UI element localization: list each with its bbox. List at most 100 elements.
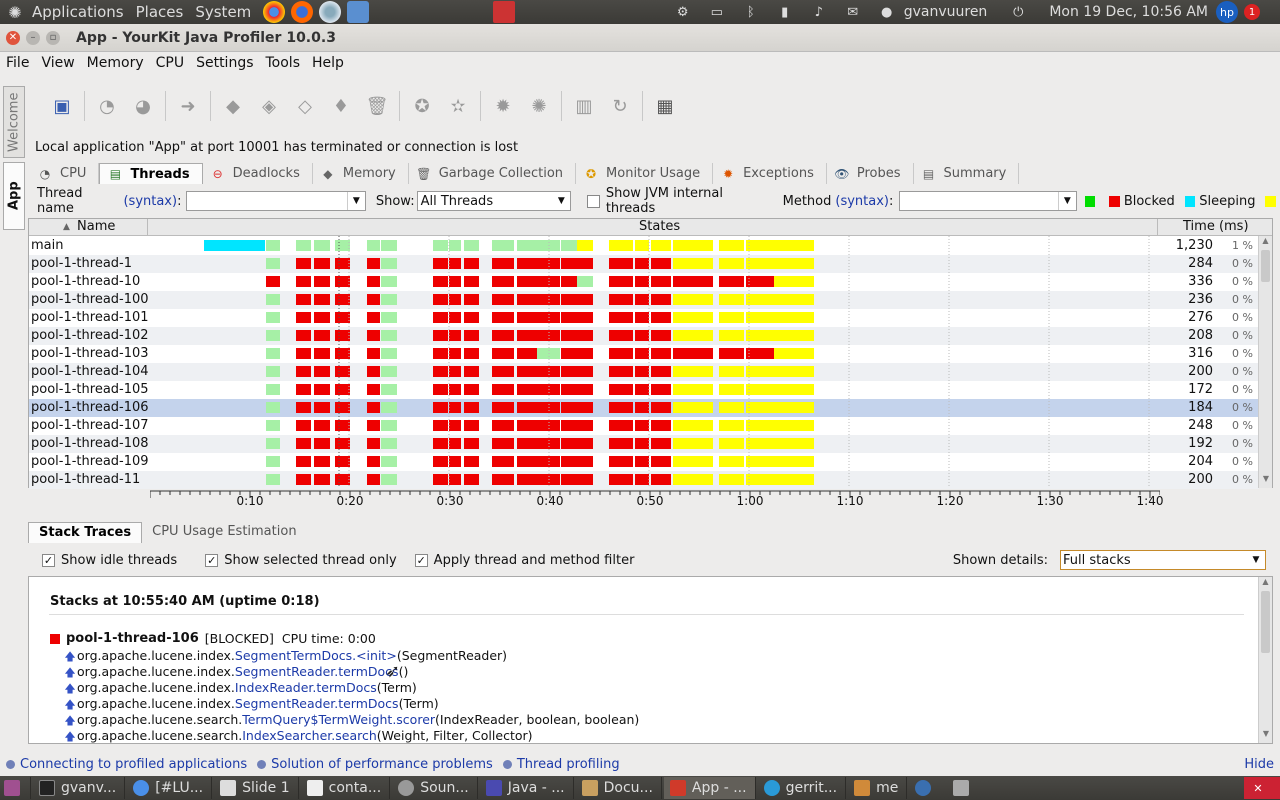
user-name[interactable]: gvanvuuren — [904, 4, 988, 20]
trash-icon[interactable]: 🗑 — [363, 92, 391, 120]
memory-snapshot-icon[interactable]: ◆ — [219, 92, 247, 120]
apply-filter-label[interactable]: Apply thread and method filter — [434, 553, 635, 568]
allocation-recording-icon[interactable]: ◈ — [255, 92, 283, 120]
menu-cpu[interactable]: CPU — [156, 55, 184, 71]
app-launcher-icon[interactable] — [493, 1, 516, 23]
col-states-header[interactable]: States — [639, 219, 680, 236]
stop-exception-icon[interactable]: ✺ — [525, 92, 553, 120]
gc-icon[interactable]: ♦ — [327, 92, 355, 120]
thread-name-input[interactable]: ▼ — [186, 191, 366, 211]
start-cpu-profiling-icon[interactable]: ◔ — [93, 92, 121, 120]
tab-summary[interactable]: ▤ Summary — [914, 163, 1020, 184]
stack-frame[interactable]: 🡅org.apache.lucene.search.IndexSearcher.… — [63, 728, 532, 744]
thread-name-syntax-link[interactable]: (syntax) — [123, 194, 177, 209]
hide-hints-link[interactable]: Hide — [1244, 757, 1274, 772]
hint-performance[interactable]: Solution of performance problems — [271, 757, 493, 772]
tab-deadlocks[interactable]: ⊖ Deadlocks — [203, 163, 313, 184]
pause-icon[interactable]: ▥ — [570, 92, 598, 120]
show-dropdown-icon[interactable]: ▼ — [552, 192, 570, 210]
clock[interactable]: Mon 19 Dec, 10:56 AM — [1049, 4, 1208, 20]
method-input[interactable]: ▼ — [899, 191, 1077, 211]
battery-icon[interactable]: ▮ — [777, 4, 793, 20]
frame-method-link[interactable]: SegmentReader.termDocs — [235, 696, 399, 711]
thread-name-dropdown-icon[interactable]: ▼ — [346, 192, 365, 210]
show-idle-label[interactable]: Show idle threads — [61, 553, 177, 568]
window-close-icon[interactable]: ✕ — [6, 30, 20, 45]
volume-icon[interactable]: ♪ — [811, 4, 827, 20]
grid-vertical-scrollbar[interactable]: ▲ ▼ — [1258, 236, 1272, 488]
bluetooth-icon[interactable]: ᛒ — [743, 4, 759, 20]
method-dropdown-icon[interactable]: ▼ — [1057, 192, 1076, 210]
show-jvm-label[interactable]: Show JVM internal threads — [606, 186, 769, 216]
tab-threads[interactable]: ▤ Threads — [99, 163, 203, 184]
stack-frame[interactable]: 🡅org.apache.lucene.index.SegmentTermDocs… — [63, 648, 507, 664]
mail-launcher-icon[interactable] — [347, 1, 370, 23]
menu-tools[interactable]: Tools — [266, 55, 301, 71]
chrome-launcher-icon[interactable] — [263, 1, 286, 23]
shown-details-dropdown-icon[interactable]: ▼ — [1247, 551, 1265, 569]
display-icon[interactable]: ▭ — [709, 4, 725, 20]
frame-method-link[interactable]: SegmentReader.termDocs — [235, 664, 399, 679]
menu-settings[interactable]: Settings — [196, 55, 253, 71]
stack-frame[interactable]: 🡅org.apache.lucene.search.TermQuery$Term… — [63, 712, 639, 728]
stop-allocation-icon[interactable]: ◇ — [291, 92, 319, 120]
task-sound[interactable]: Soun... — [392, 777, 478, 799]
tray-app-icon[interactable]: ✕ — [1244, 777, 1280, 799]
stop-monitor-icon[interactable]: ✫ — [444, 92, 472, 120]
hp-icon[interactable]: hp — [1216, 1, 1238, 23]
tab-probes[interactable]: 👁 Probes — [827, 163, 914, 184]
show-select[interactable]: All Threads ▼ — [416, 191, 572, 211]
stack-frame[interactable]: 🡅org.apache.lucene.index.IndexReader.ter… — [63, 680, 416, 696]
window-minimize-icon[interactable]: – — [26, 30, 40, 45]
scroll-up-icon[interactable]: ▲ — [1259, 236, 1272, 250]
frame-method-link[interactable]: IndexSearcher.search — [242, 728, 377, 743]
col-time-header[interactable]: Time (ms) — [1183, 219, 1249, 236]
hint-thread-profiling[interactable]: Thread profiling — [517, 757, 620, 772]
tab-monitor-usage[interactable]: ✪ Monitor Usage — [576, 163, 714, 184]
scroll-down-icon[interactable]: ▼ — [1259, 474, 1273, 488]
tab-exceptions[interactable]: ✹ Exceptions — [713, 163, 827, 184]
task-chrome[interactable]: [#LU... — [127, 777, 213, 799]
trash-icon[interactable] — [947, 777, 983, 799]
apply-filter-checkbox[interactable]: ✓ — [414, 553, 428, 567]
telemetry-chart-icon[interactable]: ▦ — [651, 92, 679, 120]
show-selected-label[interactable]: Show selected thread only — [224, 553, 396, 568]
stack-frame[interactable]: 🡅org.apache.lucene.index.SegmentReader.t… — [63, 664, 408, 680]
refresh-icon[interactable]: ↻ — [606, 92, 634, 120]
scroll-up-icon[interactable]: ▲ — [1259, 577, 1272, 591]
menu-view[interactable]: View — [41, 55, 74, 71]
show-jvm-checkbox[interactable] — [587, 194, 600, 208]
frame-method-link[interactable]: IndexReader.termDocs — [235, 680, 377, 695]
system-menu[interactable]: System — [195, 3, 251, 21]
applications-menu[interactable]: Applications — [32, 3, 124, 21]
export-icon[interactable]: ➜ — [174, 92, 202, 120]
side-tab-app[interactable]: App — [3, 162, 25, 230]
show-idle-checkbox[interactable]: ✓ — [42, 553, 55, 567]
tab-cpu[interactable]: ◔ CPU — [30, 163, 100, 184]
task-documents[interactable]: Docu... — [576, 777, 662, 799]
tab-memory[interactable]: ◆ Memory — [313, 163, 409, 184]
stack-vertical-scrollbar[interactable]: ▲ ▼ — [1258, 577, 1272, 743]
shown-details-select[interactable]: Full stacks ▼ — [1060, 550, 1266, 570]
chromium-launcher-icon[interactable] — [319, 1, 342, 23]
menu-file[interactable]: File — [6, 55, 29, 71]
stop-cpu-profiling-icon[interactable]: ◕ — [129, 92, 157, 120]
menu-memory[interactable]: Memory — [87, 55, 144, 71]
network-icon[interactable]: ⚙ — [675, 4, 691, 20]
show-desktop-icon[interactable] — [0, 777, 31, 799]
workspace-switcher-icon[interactable] — [909, 777, 945, 799]
task-slides[interactable]: Slide 1 — [214, 777, 299, 799]
method-syntax-link[interactable]: (syntax) — [835, 194, 889, 209]
user-status-icon[interactable]: ● — [879, 4, 895, 20]
task-terminal[interactable]: gvanv... — [33, 777, 126, 799]
monitor-profiling-icon[interactable]: ✪ — [408, 92, 436, 120]
ubuntu-logo-icon[interactable]: ✺ — [4, 1, 26, 23]
places-menu[interactable]: Places — [136, 3, 184, 21]
save-snapshot-icon[interactable]: ▣ — [48, 92, 76, 120]
menu-help[interactable]: Help — [312, 55, 344, 71]
mail-indicator-icon[interactable]: ✉ — [845, 4, 861, 20]
exception-telemetry-icon[interactable]: ✹ — [489, 92, 517, 120]
tab-cpu-usage-estimation[interactable]: CPU Usage Estimation — [142, 522, 306, 543]
frame-method-link[interactable]: SegmentTermDocs.<init> — [235, 648, 397, 663]
firefox-launcher-icon[interactable] — [291, 1, 314, 23]
